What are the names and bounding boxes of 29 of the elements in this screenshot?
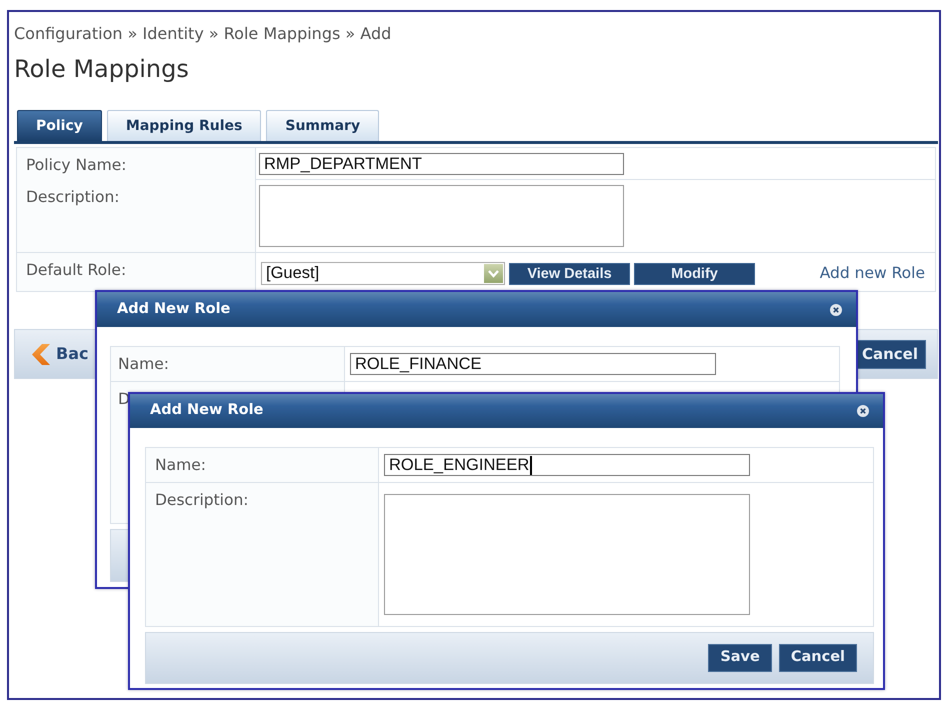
page-title: Role Mappings bbox=[14, 54, 189, 84]
close-icon[interactable] bbox=[857, 405, 869, 417]
tab[interactable]: Summary bbox=[266, 110, 380, 141]
input-field[interactable]: RMP_DEPARTMENT bbox=[259, 153, 624, 175]
dialog-title: Add New Role bbox=[150, 401, 264, 420]
modify-button[interactable]: Modify bbox=[634, 262, 755, 284]
breadcrumb: Configuration » Identity » Role Mappings » Add bbox=[14, 24, 392, 44]
dropdown-select[interactable]: [Guest] bbox=[261, 262, 505, 285]
cancel-button[interactable]: Cancel bbox=[778, 644, 857, 672]
input-field[interactable]: ROLE_FINANCE bbox=[350, 353, 716, 375]
tab[interactable]: Policy bbox=[17, 110, 102, 141]
view-details-button[interactable]: View Details bbox=[509, 262, 630, 284]
dialog-title: Add New Role bbox=[117, 300, 230, 319]
field-label: Name: bbox=[155, 455, 206, 475]
text-cursor bbox=[530, 456, 532, 474]
field-label: Default Role: bbox=[26, 260, 126, 280]
back-button[interactable]: Bac bbox=[31, 342, 88, 366]
add-new-role-link[interactable]: Add new Role bbox=[820, 262, 925, 286]
field-label: Description: bbox=[155, 490, 248, 510]
tab[interactable]: Mapping Rules bbox=[106, 110, 262, 141]
input-field[interactable]: ROLE_ENGINEER bbox=[384, 454, 750, 476]
save-button[interactable]: Save bbox=[708, 644, 772, 672]
textarea-field[interactable] bbox=[259, 185, 624, 247]
field-label: Name: bbox=[118, 354, 169, 374]
close-icon[interactable] bbox=[830, 304, 842, 316]
field-label: Policy Name: bbox=[26, 155, 126, 175]
chevron-left-icon bbox=[31, 344, 50, 364]
textarea-field[interactable] bbox=[384, 494, 750, 615]
field-label: Description: bbox=[26, 187, 120, 207]
